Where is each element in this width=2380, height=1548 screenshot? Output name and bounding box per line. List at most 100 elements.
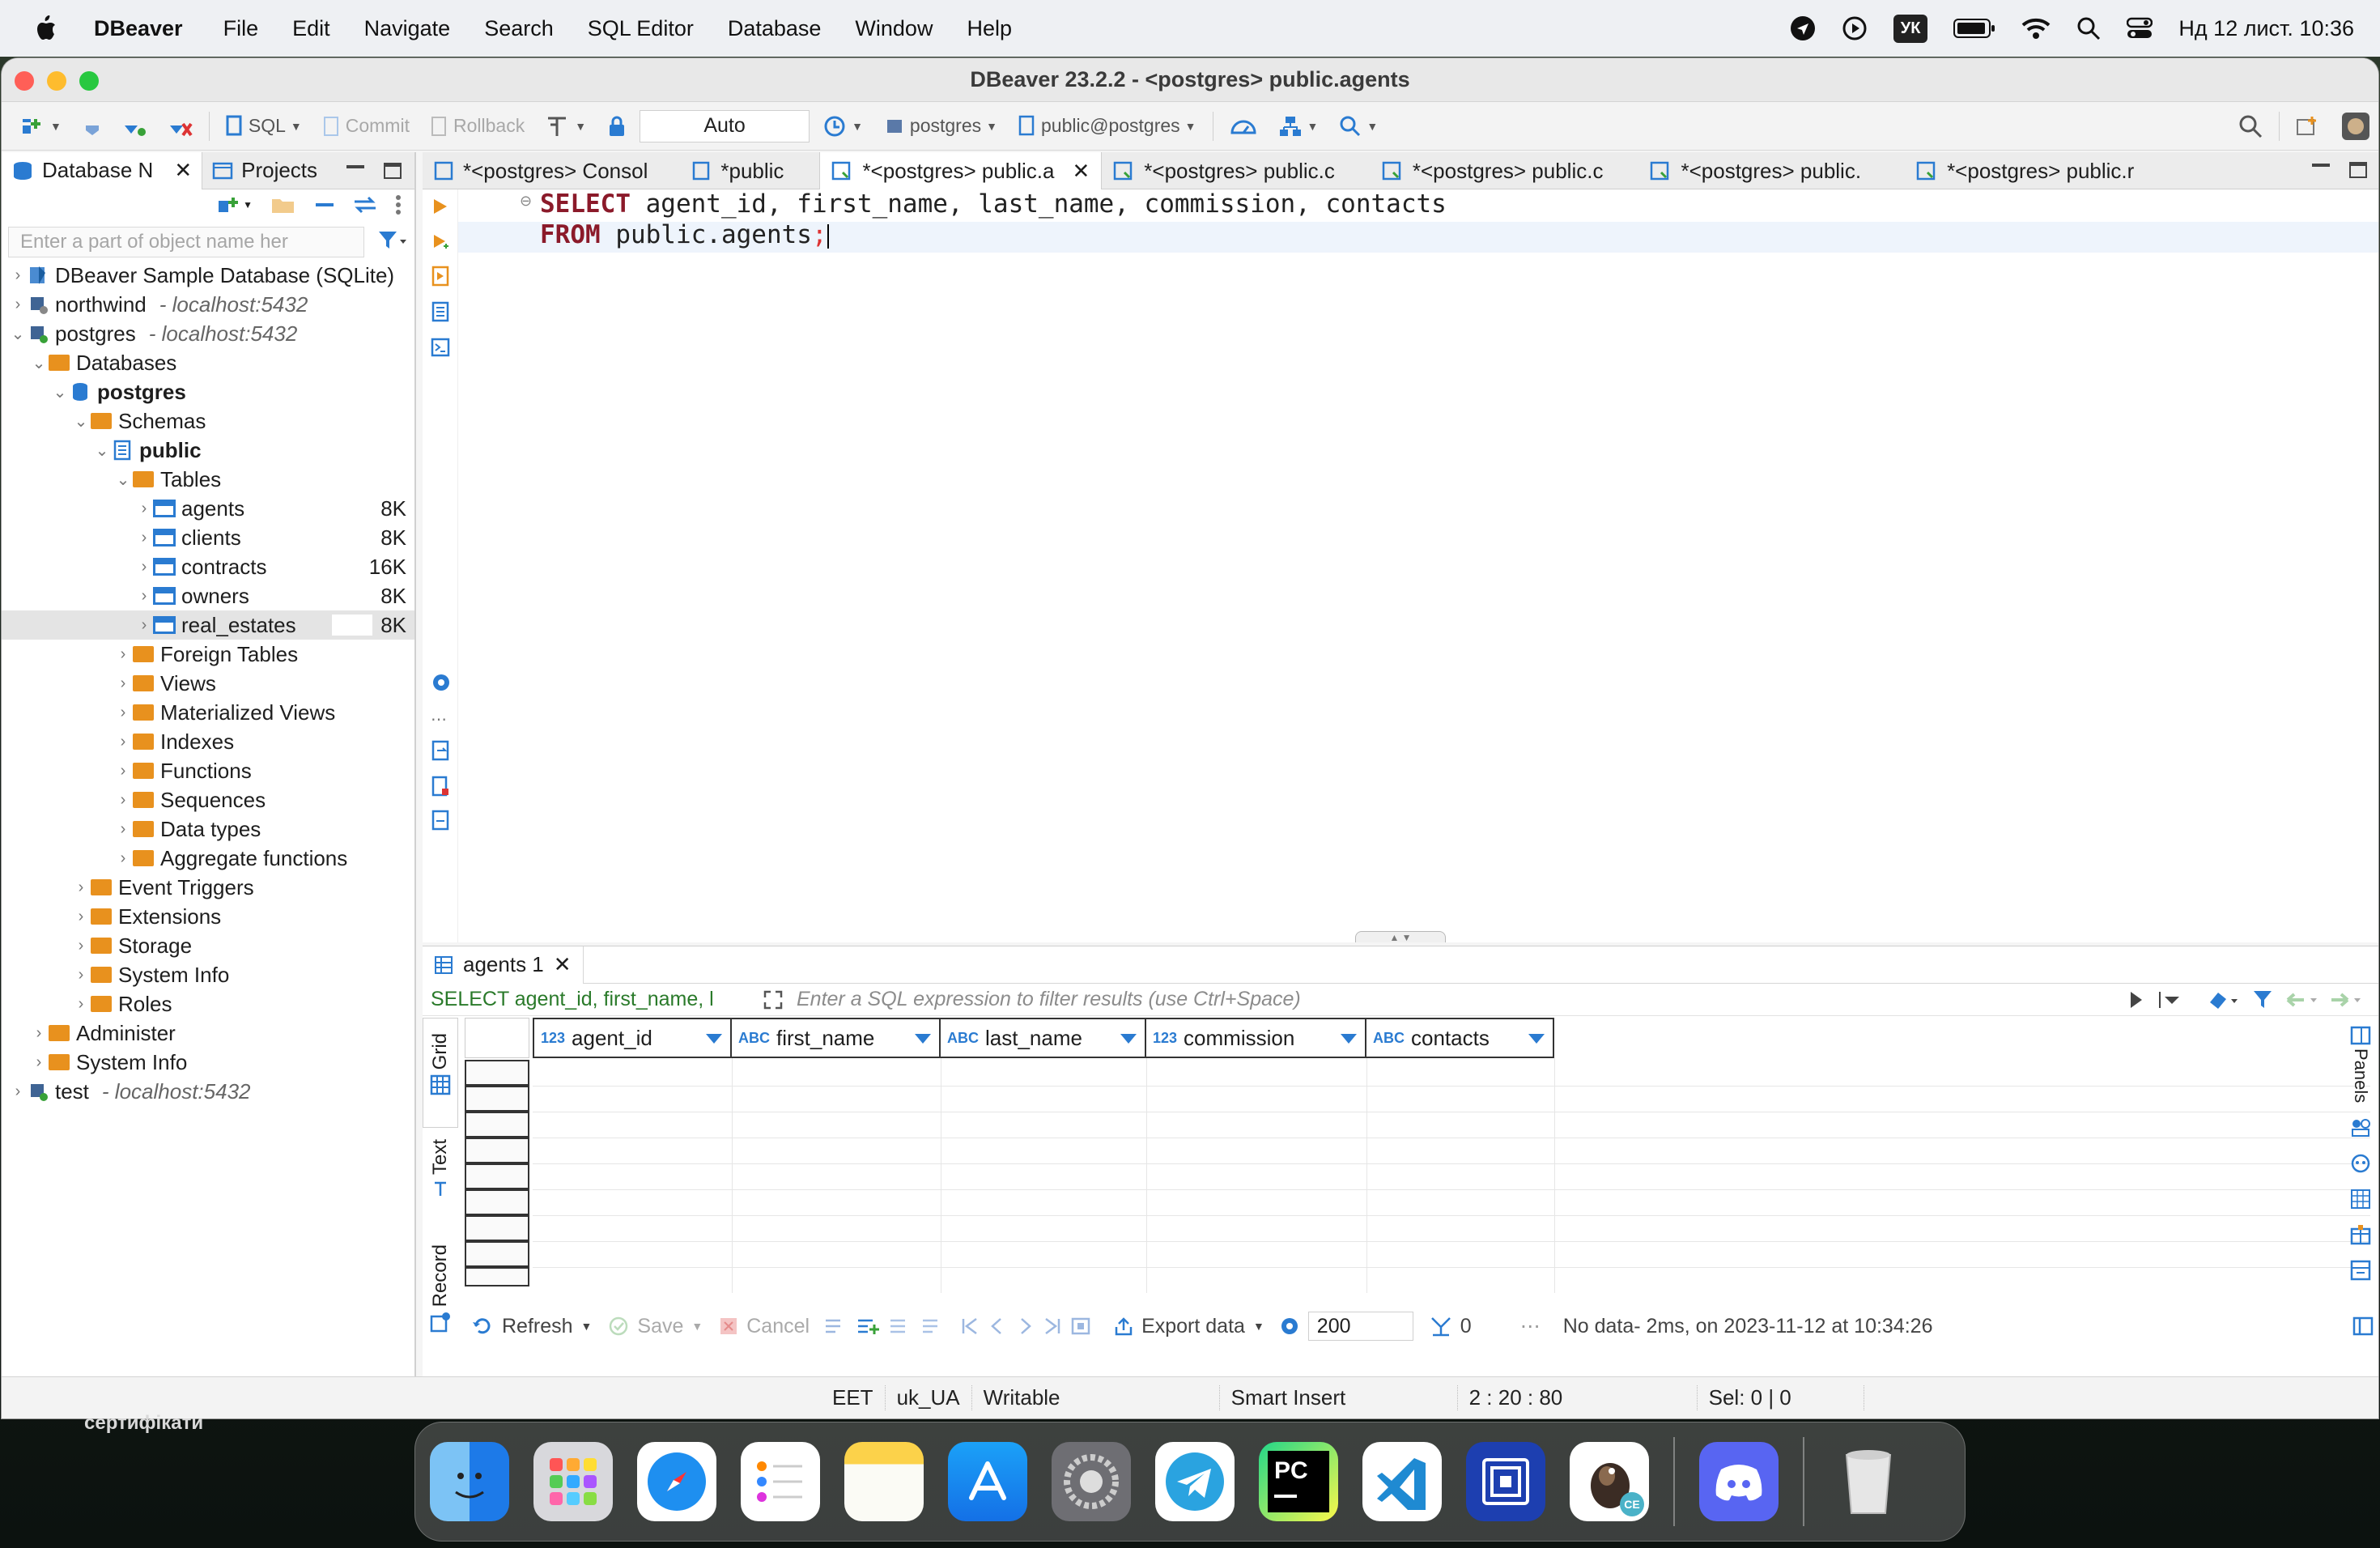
- refresh-icon[interactable]: [471, 1316, 494, 1337]
- tree-node-databases[interactable]: ⌄ Databases: [2, 348, 414, 377]
- sort-dropdown-icon[interactable]: [1341, 1034, 1357, 1044]
- minimize-editor-icon[interactable]: [2312, 164, 2330, 167]
- control-center-icon[interactable]: [2127, 17, 2153, 40]
- explain-plan-icon[interactable]: [431, 301, 450, 326]
- execute-script-icon[interactable]: [431, 232, 450, 257]
- expand-icon[interactable]: ›: [136, 558, 152, 576]
- object-filter-input[interactable]: Enter a part of object name her: [8, 227, 364, 257]
- execute-statement-icon[interactable]: [431, 196, 450, 221]
- tab-public-3[interactable]: *<postgres> public.: [1638, 152, 1872, 189]
- fetch-all-icon[interactable]: [1070, 1316, 1091, 1336]
- er-diagram-icon[interactable]: ▼: [1270, 108, 1327, 144]
- sort-dropdown-icon[interactable]: [706, 1034, 722, 1044]
- expand-icon[interactable]: ›: [73, 908, 89, 926]
- variables-icon[interactable]: [431, 810, 450, 835]
- dbeaver-dock-icon[interactable]: CE: [1570, 1442, 1649, 1521]
- menu-sql-editor[interactable]: SQL Editor: [588, 16, 694, 41]
- results-splitter-handle[interactable]: ▲ ▼: [1355, 931, 1446, 943]
- link-with-editor-icon[interactable]: [353, 195, 377, 215]
- expand-icon[interactable]: ›: [73, 995, 89, 1014]
- tree-node-test[interactable]: › test - localhost:5432: [2, 1077, 414, 1106]
- spotlight-search-icon[interactable]: [2076, 16, 2101, 40]
- reminders-icon[interactable]: [741, 1442, 820, 1521]
- dashboard-icon[interactable]: [1222, 108, 1265, 144]
- column-header-agent-id[interactable]: 123 agent_id: [533, 1018, 732, 1058]
- expand-icon[interactable]: ›: [31, 1053, 47, 1072]
- status-cursor-position[interactable]: 2 : 20 : 80: [1458, 1385, 1698, 1410]
- tab-projects[interactable]: Projects: [202, 152, 327, 189]
- tab-text-view[interactable]: Text: [423, 1139, 458, 1228]
- maximize-view-icon[interactable]: [384, 162, 402, 179]
- previous-page-icon[interactable]: [988, 1316, 1007, 1336]
- expand-icon[interactable]: ›: [136, 587, 152, 606]
- expand-icon[interactable]: ›: [136, 500, 152, 518]
- tree-node-northwind[interactable]: › northwind - localhost:5432: [2, 290, 414, 319]
- wifi-icon[interactable]: [2021, 17, 2051, 40]
- tree-node-views[interactable]: › Views: [2, 669, 414, 698]
- status-writable[interactable]: Writable: [972, 1385, 1220, 1410]
- column-header-last-name[interactable]: ABC last_name: [939, 1018, 1146, 1058]
- value-viewer-icon[interactable]: [2350, 1117, 2371, 1138]
- last-page-icon[interactable]: [1043, 1316, 1062, 1336]
- commit-button[interactable]: Commit: [315, 108, 418, 144]
- console-icon[interactable]: [431, 337, 450, 362]
- save-icon[interactable]: [608, 1316, 629, 1337]
- expand-icon[interactable]: ›: [73, 966, 89, 985]
- tree-node-postgres[interactable]: ⌄ postgres - localhost:5432: [2, 319, 414, 348]
- expand-filter-icon[interactable]: [763, 989, 784, 1010]
- menu-edit[interactable]: Edit: [292, 16, 330, 41]
- fetch-settings-gear-icon[interactable]: [1279, 1316, 1300, 1337]
- expand-icon[interactable]: ›: [115, 704, 131, 722]
- launchpad-icon[interactable]: [533, 1442, 613, 1521]
- expand-icon[interactable]: ›: [115, 733, 131, 751]
- minimize-window-button[interactable]: [47, 71, 66, 91]
- fetch-size-input[interactable]: 200: [1307, 1312, 1413, 1341]
- collapse-icon[interactable]: ⌄: [73, 411, 89, 432]
- remote-desktop-icon[interactable]: [1466, 1442, 1545, 1521]
- tree-node-materialized-views[interactable]: › Materialized Views: [2, 698, 414, 727]
- expand-icon[interactable]: ›: [10, 1082, 26, 1101]
- system-settings-icon[interactable]: [1052, 1442, 1131, 1521]
- add-row-icon[interactable]: [856, 1316, 881, 1336]
- cancel-icon[interactable]: [719, 1316, 738, 1336]
- menu-database[interactable]: Database: [728, 16, 822, 41]
- notes-icon[interactable]: [844, 1442, 924, 1521]
- zoom-window-button[interactable]: [79, 71, 99, 91]
- new-connection-button[interactable]: ▼: [10, 108, 70, 144]
- export-dropdown[interactable]: ▼: [1253, 1320, 1264, 1333]
- references-icon[interactable]: [2350, 1260, 2371, 1281]
- collapse-icon[interactable]: ⌄: [94, 440, 110, 461]
- sort-dropdown-icon[interactable]: [1120, 1034, 1137, 1044]
- app-menu-dbeaver[interactable]: DBeaver: [94, 16, 183, 41]
- menu-search[interactable]: Search: [484, 16, 554, 41]
- column-header-contacts[interactable]: ABC contacts: [1365, 1018, 1554, 1058]
- tree-node-public[interactable]: ⌄ public: [2, 436, 414, 465]
- clear-filter-icon[interactable]: [2207, 989, 2239, 1010]
- reconnect-icon[interactable]: [115, 108, 155, 144]
- tree-node-indexes[interactable]: › Indexes: [2, 727, 414, 756]
- location-arrow-icon[interactable]: [1790, 15, 1816, 41]
- tree-node-data-types[interactable]: › Data types: [2, 814, 414, 844]
- filter-history-icon[interactable]: [2158, 990, 2182, 1010]
- expand-icon[interactable]: ›: [115, 791, 131, 810]
- expand-icon[interactable]: ›: [115, 674, 131, 693]
- desktop-folder-label[interactable]: сертифікати: [84, 1412, 203, 1435]
- tree-node-table-selected[interactable]: › real_estates 8K: [2, 610, 414, 640]
- tab-grid-view[interactable]: Grid: [423, 1018, 458, 1128]
- tree-node-administer[interactable]: › Administer: [2, 1019, 414, 1048]
- active-schema-selector[interactable]: public@postgres ▼: [1010, 108, 1205, 144]
- menu-navigate[interactable]: Navigate: [364, 16, 451, 41]
- tree-node-table[interactable]: › contracts 16K: [2, 552, 414, 581]
- search-icon[interactable]: ▼: [1331, 108, 1386, 144]
- close-result-tab-icon[interactable]: ✕: [554, 952, 572, 977]
- next-page-icon[interactable]: [1015, 1316, 1035, 1336]
- save-button[interactable]: Save: [637, 1315, 683, 1338]
- rollback-button[interactable]: Rollback: [423, 108, 533, 144]
- metadata-icon[interactable]: [2350, 1224, 2371, 1245]
- menu-window[interactable]: Window: [855, 16, 933, 41]
- tree-node-table[interactable]: › owners 8K: [2, 581, 414, 610]
- cancel-button[interactable]: Cancel: [746, 1315, 810, 1338]
- app-store-icon[interactable]: [948, 1442, 1027, 1521]
- collapse-icon[interactable]: ⌄: [31, 353, 47, 373]
- keyboard-layout-indicator[interactable]: УК: [1893, 14, 1928, 43]
